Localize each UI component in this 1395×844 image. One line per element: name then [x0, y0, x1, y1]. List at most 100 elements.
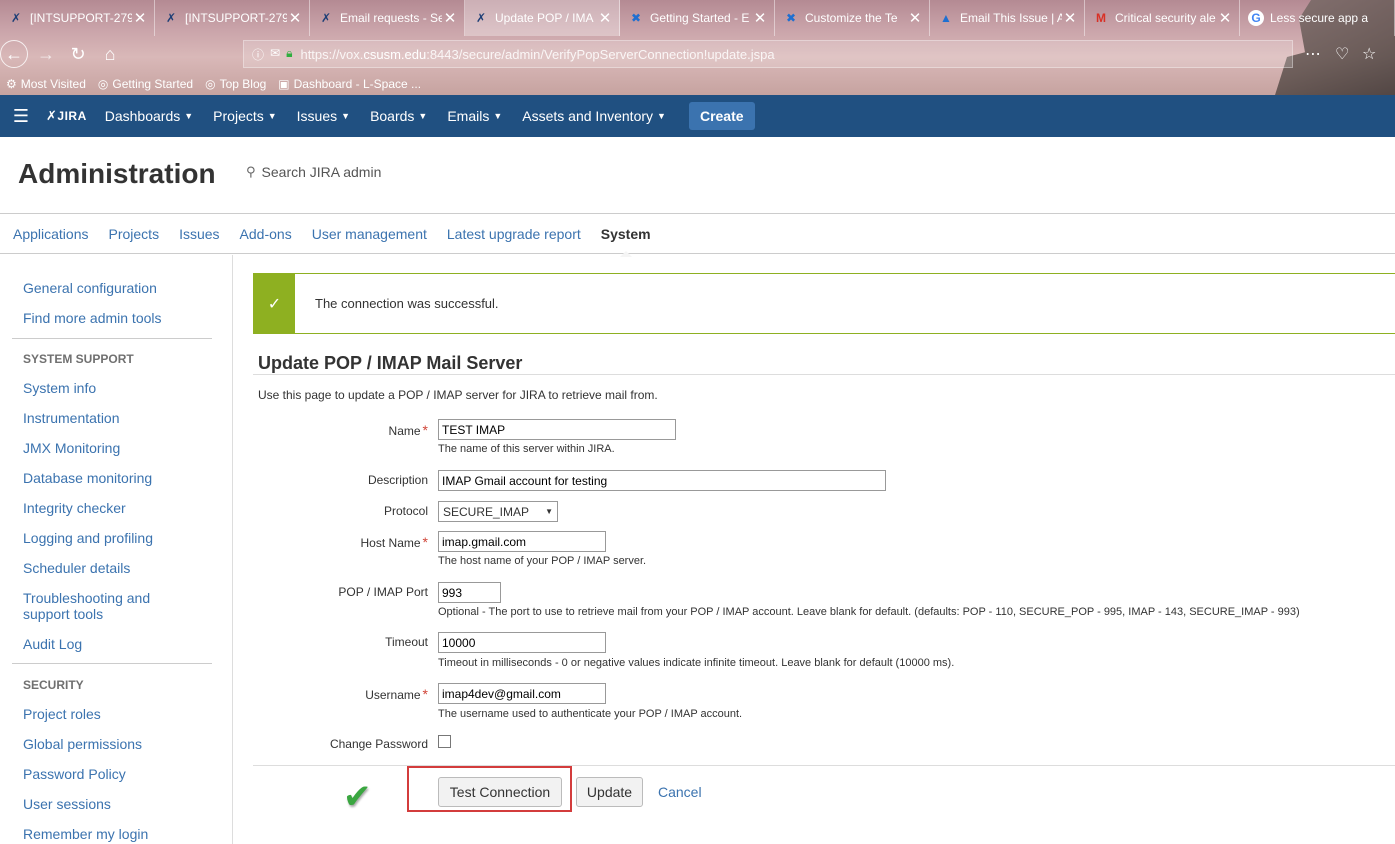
update-button[interactable]: Update — [576, 777, 643, 807]
bookmark-star-icon[interactable]: ☆ — [1362, 44, 1376, 64]
close-icon[interactable]: ✕ — [1217, 9, 1233, 27]
browser-tab[interactable]: ✖ Customize the Te ✕ — [775, 0, 930, 36]
close-icon[interactable]: ✕ — [597, 9, 613, 27]
admin-search-input[interactable]: ⚲ Search JIRA admin — [246, 164, 381, 180]
bookmarks-toolbar: ⚙ Most Visited ◎ Getting Started ◎ Top B… — [0, 72, 1395, 95]
browser-tab-title: Critical security ale — [1115, 11, 1216, 25]
sidebar-item-instrumentation[interactable]: Instrumentation — [23, 410, 120, 426]
more-options-icon[interactable]: ⋯ — [1305, 44, 1321, 64]
chevron-down-icon: ▼ — [341, 111, 351, 121]
tab-latest-upgrade-report[interactable]: Latest upgrade report — [447, 226, 581, 242]
url-text: https://vox.csusm.edu:8443/secure/admin/… — [300, 47, 774, 62]
sidebar-item-general-configuration[interactable]: General configuration — [23, 280, 157, 296]
hamburger-menu-icon[interactable]: ☰ — [0, 95, 42, 137]
tab-add-ons[interactable]: Add-ons — [240, 226, 292, 242]
browser-navbar: ← → ↻ ⌂ ⓘ ✉ 🔒︎ https://vox.csusm.edu:844… — [0, 36, 1395, 72]
username-field[interactable] — [438, 683, 606, 704]
protocol-selected-value: SECURE_IMAP — [443, 504, 530, 519]
browser-tab[interactable]: M Critical security ale ✕ — [1085, 0, 1240, 36]
sidebar-item-logging-and-profiling[interactable]: Logging and profiling — [23, 530, 153, 546]
browser-tab[interactable]: ▲ Email This Issue | A ✕ — [930, 0, 1085, 36]
name-field[interactable] — [438, 419, 676, 440]
url-bar[interactable]: ⓘ ✉ 🔒︎ https://vox.csusm.edu:8443/secure… — [243, 40, 1293, 68]
back-arrow-icon[interactable]: ← — [0, 40, 28, 68]
nav-emails[interactable]: Emails ▼ — [447, 108, 502, 124]
bookmark-item[interactable]: ⚙ Most Visited — [6, 77, 86, 91]
browser-tab-title: Getting Started - E — [650, 11, 750, 25]
lock-icon[interactable]: 🔒︎ — [286, 46, 292, 63]
sidebar-item-global-permissions[interactable]: Global permissions — [23, 736, 142, 752]
info-icon[interactable]: ⓘ — [252, 46, 264, 63]
test-connection-button[interactable]: Test Connection — [438, 777, 562, 807]
sidebar-item-troubleshooting[interactable]: Troubleshooting and support tools — [23, 590, 173, 622]
close-icon[interactable]: ✕ — [442, 9, 458, 27]
nav-label: Issues — [296, 108, 338, 124]
username-label: Username * — [365, 686, 428, 702]
tab-applications[interactable]: Applications — [13, 226, 89, 242]
tab-projects[interactable]: Projects — [109, 226, 160, 242]
admin-search-placeholder: Search JIRA admin — [261, 164, 382, 180]
sidebar-item-audit-log[interactable]: Audit Log — [23, 636, 82, 652]
tab-user-management[interactable]: User management — [312, 226, 427, 242]
browser-tab-strip: ✗ [INTSUPPORT-279 ✕ ✗ [INTSUPPORT-279 ✕ … — [0, 0, 1395, 36]
name-label-text: Name — [388, 424, 421, 438]
pocket-icon[interactable]: ♡ — [1335, 44, 1349, 64]
form-title: Update POP / IMAP Mail Server — [258, 353, 523, 373]
permissions-icon[interactable]: ✉ — [270, 46, 280, 63]
timeout-help: Timeout in milliseconds - 0 or negative … — [438, 657, 955, 669]
create-button[interactable]: Create — [688, 102, 755, 130]
cancel-link[interactable]: Cancel — [658, 784, 702, 800]
browser-tab[interactable]: ✖ Getting Started - E ✕ — [620, 0, 775, 36]
nav-projects[interactable]: Projects ▼ — [213, 108, 277, 124]
nav-assets-and-inventory[interactable]: Assets and Inventory ▼ — [522, 108, 666, 124]
tab-system[interactable]: System — [601, 226, 651, 257]
bookmark-item[interactable]: ◎ Getting Started — [98, 77, 193, 91]
protocol-select[interactable]: SECURE_IMAP ▼ — [438, 501, 558, 522]
browser-tab[interactable]: ✗ Email requests - Se ✕ — [310, 0, 465, 36]
tab-issues[interactable]: Issues — [179, 226, 219, 242]
description-field[interactable] — [438, 470, 886, 491]
sidebar-item-integrity-checker[interactable]: Integrity checker — [23, 500, 126, 516]
success-message-text: The connection was successful. — [315, 296, 499, 311]
browser-tab[interactable]: ✗ [INTSUPPORT-279 ✕ — [155, 0, 310, 36]
nav-label: Emails — [447, 108, 490, 124]
browser-tab-active[interactable]: ✗ Update POP / IMA ✕ — [465, 0, 620, 36]
host-label-text: Host Name — [360, 536, 421, 550]
sidebar-item-find-more-admin-tools[interactable]: Find more admin tools — [23, 310, 162, 326]
browser-tab-title: Email requests - Se — [340, 11, 442, 25]
jira-logo[interactable]: ✗JIRA — [46, 108, 87, 124]
bookmark-item[interactable]: ▣ Dashboard - L-Space ... — [278, 77, 421, 91]
sidebar-item-jmx-monitoring[interactable]: JMX Monitoring — [23, 440, 120, 456]
nav-label: Boards — [370, 108, 415, 124]
sidebar-item-database-monitoring[interactable]: Database monitoring — [23, 470, 152, 486]
port-field[interactable] — [438, 582, 501, 603]
browser-tab[interactable]: ✗ [INTSUPPORT-279 ✕ — [0, 0, 155, 36]
atlassian-icon: ▲ — [940, 11, 952, 25]
jira-icon: ✗ — [165, 11, 177, 25]
sidebar-item-scheduler-details[interactable]: Scheduler details — [23, 560, 130, 576]
bookmark-item[interactable]: ◎ Top Blog — [205, 77, 266, 91]
forward-arrow-icon[interactable]: → — [32, 40, 60, 68]
sidebar-item-password-policy[interactable]: Password Policy — [23, 766, 126, 782]
change-password-checkbox[interactable] — [438, 735, 451, 748]
chevron-down-icon: ▼ — [545, 507, 553, 516]
nav-dashboards[interactable]: Dashboards ▼ — [105, 108, 193, 124]
browser-tab[interactable]: G Less secure app a — [1240, 0, 1395, 36]
sidebar-item-remember-my-login[interactable]: Remember my login — [23, 826, 148, 842]
close-icon[interactable]: ✕ — [132, 9, 148, 27]
close-icon[interactable]: ✕ — [287, 9, 303, 27]
gmail-icon: M — [1096, 11, 1106, 25]
nav-boards[interactable]: Boards ▼ — [370, 108, 427, 124]
sidebar-item-user-sessions[interactable]: User sessions — [23, 796, 111, 812]
sidebar-item-system-info[interactable]: System info — [23, 380, 96, 396]
host-name-field[interactable] — [438, 531, 606, 552]
home-icon[interactable]: ⌂ — [96, 40, 124, 68]
close-icon[interactable]: ✕ — [1062, 9, 1078, 27]
close-icon[interactable]: ✕ — [752, 9, 768, 27]
reload-icon[interactable]: ↻ — [64, 40, 92, 68]
port-help: Optional - The port to use to retrieve m… — [438, 606, 1300, 618]
timeout-field[interactable] — [438, 632, 606, 653]
nav-issues[interactable]: Issues ▼ — [297, 108, 350, 124]
sidebar-item-project-roles[interactable]: Project roles — [23, 706, 101, 722]
close-icon[interactable]: ✕ — [907, 9, 923, 27]
